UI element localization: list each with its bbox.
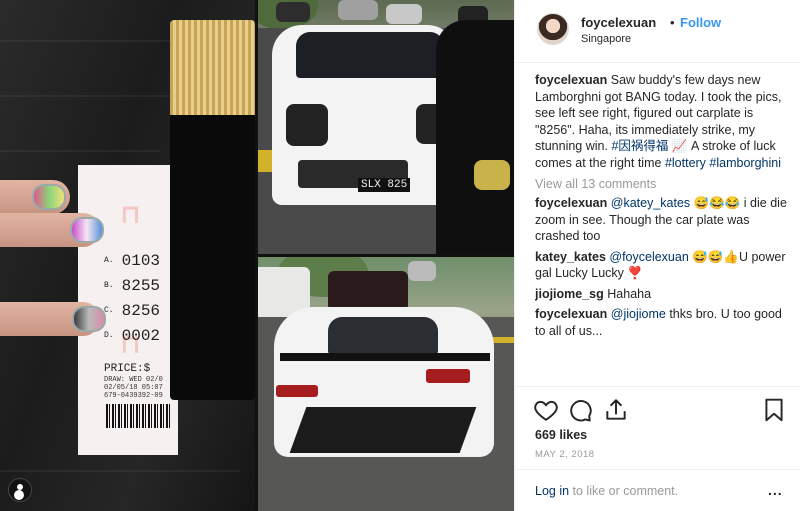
action-bar	[515, 386, 800, 434]
painted-nail	[32, 184, 66, 210]
rear-spoiler	[280, 353, 490, 361]
likes-count[interactable]: 669 likes	[535, 428, 587, 442]
post-sidebar: foycelexuan • Follow Singapore foycelexu…	[514, 0, 800, 511]
ticket-date: 02/05/18 05:07	[104, 384, 163, 392]
painted-nail	[72, 306, 106, 332]
ticket-serial: 679-0439392-09	[104, 392, 163, 400]
comment-username[interactable]: foycelexuan	[535, 196, 607, 210]
broken-bumper	[289, 407, 477, 453]
comment: foycelexuan @katey_kates 😅😂😂 i die die z…	[535, 195, 787, 245]
caption-username[interactable]: foycelexuan	[535, 73, 607, 87]
login-text: to like or comment.	[569, 484, 679, 498]
post-date[interactable]: MAY 2, 2018	[535, 449, 595, 460]
black-car-light	[474, 160, 510, 190]
ticket-price: PRICE:$	[104, 363, 151, 375]
headlight	[286, 104, 328, 146]
ticket-barcode	[106, 404, 170, 428]
crashed-car-rear-photo	[258, 257, 514, 511]
post-location[interactable]: Singapore	[581, 33, 631, 45]
background-car	[386, 4, 422, 24]
view-all-comments-link[interactable]: View all 13 comments	[535, 177, 787, 191]
login-prompt: Log in to like or comment.	[535, 484, 678, 498]
taillight	[426, 369, 470, 383]
bookmark-icon[interactable]	[761, 397, 787, 423]
background-car	[276, 2, 310, 22]
comment-username[interactable]: katey_kates	[535, 250, 606, 264]
background-car	[408, 261, 436, 281]
background-car	[328, 271, 408, 311]
user-tag-icon[interactable]	[8, 478, 32, 502]
post-username[interactable]: foycelexuan	[581, 15, 656, 30]
follow-button[interactable]: Follow	[680, 15, 721, 30]
comment-mention[interactable]: @foycelexuan	[609, 250, 688, 264]
ticket-number-row: A. 0103	[104, 252, 161, 270]
comment: foycelexuan @jiojiome thks bro. U too go…	[535, 306, 787, 339]
ticket-number-row: B. 8255	[104, 277, 161, 295]
lottery-ticket-photo: ⊓ ⊓ A. 0103 B. 8255 C. 8256 D. 0002 PRICE:$ …	[0, 0, 255, 511]
more-options-icon[interactable]: ...	[768, 482, 783, 498]
comment: jiojiome_sg Hahaha	[535, 286, 787, 303]
avatar[interactable]	[537, 13, 569, 45]
ticket-draw: DRAW: WED 02/0	[104, 376, 163, 384]
comment-username[interactable]: foycelexuan	[535, 307, 607, 321]
wood-grain	[0, 470, 240, 472]
ticket-number-row: D. 0002	[104, 327, 161, 345]
comment-icon[interactable]	[567, 397, 593, 423]
share-icon[interactable]	[603, 397, 629, 423]
chart-emoji: 📈	[671, 139, 688, 153]
hashtag[interactable]: #因祸得福	[611, 139, 668, 153]
hashtag[interactable]: #lottery	[665, 156, 706, 170]
painted-nail	[70, 217, 104, 243]
post-caption: foycelexuan Saw buddy's few days new Lam…	[535, 72, 787, 171]
hashtag[interactable]: #lamborghini	[709, 156, 781, 170]
comments-section[interactable]: foycelexuan Saw buddy's few days new Lam…	[535, 72, 787, 382]
windshield	[296, 32, 444, 78]
black-car	[436, 20, 514, 254]
login-bar: Log in to like or comment. ...	[515, 469, 800, 511]
ticket-number-row: C. 8256	[104, 302, 161, 320]
crashed-car-front-photo: SLX 825	[258, 0, 514, 254]
license-plate: SLX 825	[358, 178, 411, 192]
taillight	[276, 385, 318, 397]
comment-username[interactable]: jiojiome_sg	[535, 287, 604, 301]
post-header: foycelexuan • Follow Singapore	[515, 0, 800, 63]
ticket-watermark: ⊓	[120, 200, 141, 230]
login-link[interactable]: Log in	[535, 484, 569, 498]
road-marking	[258, 150, 272, 172]
heart-icon[interactable]	[533, 397, 559, 423]
comment: katey_kates @foycelexuan 😅😅👍U power gal …	[535, 249, 787, 282]
separator-dot: •	[670, 15, 675, 30]
rear-window	[328, 317, 438, 355]
comment-mention[interactable]: @katey_kates	[611, 196, 690, 210]
wood-grain	[0, 150, 160, 152]
post-image[interactable]: ⊓ ⊓ A. 0103 B. 8255 C. 8256 D. 0002 PRICE:$ …	[0, 0, 514, 511]
comment-text: Hahaha	[607, 286, 652, 301]
comment-mention[interactable]: @jiojiome	[611, 307, 666, 321]
wood-grain	[0, 40, 180, 42]
background-car	[338, 0, 378, 20]
perfume-cap	[170, 20, 255, 115]
